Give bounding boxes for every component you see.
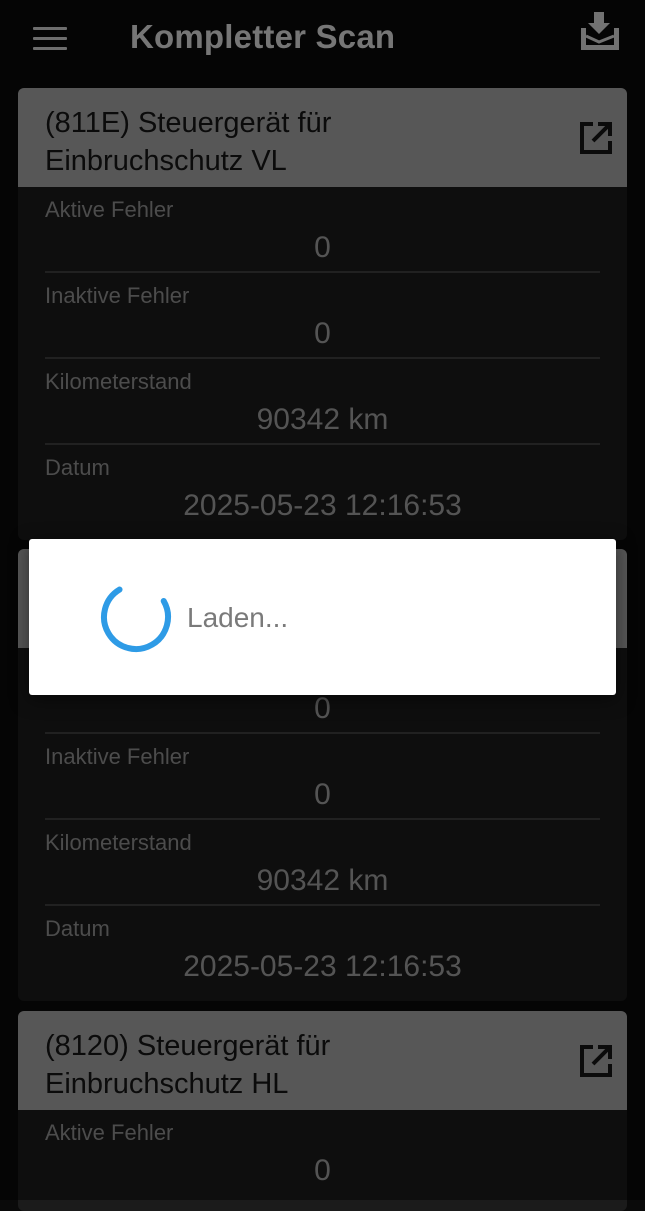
loading-dialog: Laden...	[29, 539, 616, 695]
loading-spinner-icon	[99, 580, 173, 654]
loading-text: Laden...	[187, 602, 289, 633]
